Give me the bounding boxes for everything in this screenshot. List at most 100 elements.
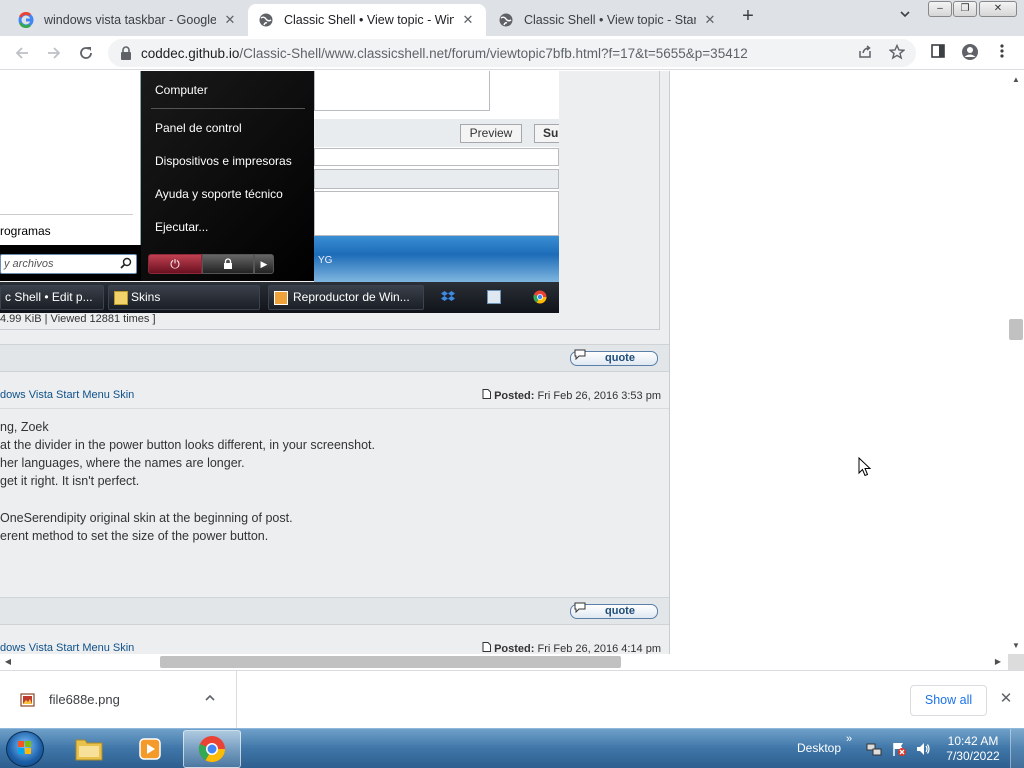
globe-icon [258,12,274,28]
windows-logo-icon [18,741,31,754]
start-menu-item-devices: Dispositivos e impresoras [155,154,292,168]
screenshot-taskbar: c Shell • Edit p... Skins Reproductor de… [0,282,559,313]
attached-screenshot[interactable]: Preview Su YG rogramas Computer Panel de… [0,71,559,313]
close-window-button[interactable]: ✕ [979,1,1017,17]
start-menu-item-run: Ejecutar... [155,220,209,234]
quote-button[interactable]: quote [570,602,658,619]
divider [659,71,660,329]
scroll-down-arrow-icon[interactable]: ▼ [1008,641,1024,650]
tab-search-chevron-icon[interactable] [896,8,914,26]
lock-icon[interactable] [120,46,132,63]
scrollbar-corner [1008,654,1024,670]
system-clock[interactable]: 10:42 AM 7/30/2022 [940,734,1006,764]
scroll-left-arrow-icon[interactable]: ◀ [0,657,16,666]
start-menu-places-pane: Computer Panel de control Dispositivos e… [141,71,314,281]
screenshot-field [314,148,559,166]
tab-google-search[interactable]: windows vista taskbar - Google Search ✕ [8,4,248,36]
scroll-right-arrow-icon[interactable]: ▶ [990,657,1006,666]
post-subject-link[interactable]: dows Vista Start Menu Skin [0,389,134,401]
horizontal-scrollbar[interactable]: ◀ ▶ [0,654,1008,670]
bookmark-star-icon[interactable] [888,43,906,62]
screenshot-textarea [314,71,490,111]
all-programs-label: rogramas [0,224,51,238]
show-all-button[interactable]: Show all [910,685,987,716]
taskbar-chrome-button[interactable] [183,730,241,768]
horizontal-scroll-thumb[interactable] [160,656,621,668]
chevron-up-icon[interactable] [204,691,216,707]
image-file-icon [20,692,36,708]
new-tab-button[interactable]: + [738,6,758,26]
quote-button[interactable]: quote [570,349,658,366]
post-actions-row: quote [0,344,669,372]
side-panel-icon[interactable] [928,43,948,63]
tab-title: Classic Shell • View topic - Start Butto… [524,13,696,27]
network-icon[interactable] [866,741,882,757]
divider [151,108,305,109]
attachment-meta: 4.99 KiB | Viewed 12881 times ] [0,313,156,325]
vertical-scrollbar[interactable]: ▲ ▼ [1008,71,1024,654]
post-line: OneSerendipity original skin at the begi… [0,511,293,525]
chrome-icon [533,290,547,304]
screenshot-field [314,169,559,189]
arrow-right-icon: ▶ [254,254,274,274]
volume-icon[interactable] [915,741,931,757]
clock-time: 10:42 AM [947,734,999,748]
kebab-menu-icon[interactable] [992,43,1012,63]
download-shelf: file688e.png Show all ✕ [0,670,1024,728]
globe-icon [498,12,514,28]
screenshot-taskbar-label: Reproductor de Win... [293,290,410,304]
taskbar-explorer-button[interactable] [60,730,118,768]
desktop-toolbar-label[interactable]: Desktop [797,741,841,755]
profile-avatar-icon[interactable] [960,43,980,63]
post-header: dows Vista Start Menu Skin Posted: Fri F… [0,381,669,409]
screenshot-button-row [314,119,559,147]
double-chevron-icon[interactable]: » [846,733,852,745]
show-desktop-button[interactable] [1010,729,1024,768]
quote-label: quote [605,352,635,364]
post-body: ng, Zoek at the divider in the power but… [0,418,375,545]
start-orb-button[interactable] [6,731,44,767]
close-tab-icon[interactable]: ✕ [460,12,476,28]
maximize-window-button[interactable]: ❐ [953,1,977,17]
post-icon [482,389,494,402]
lock-icon [202,254,254,274]
download-item[interactable]: file688e.png [0,671,237,728]
url-text[interactable]: coddec.github.io/Classic-Shell/www.class… [141,46,748,61]
action-center-flag-icon[interactable] [891,741,907,757]
back-button[interactable] [10,41,34,65]
post-header: dows Vista Start Menu Skin Posted: Fri F… [0,634,669,654]
post-date: Posted: Fri Feb 26, 2016 4:14 pm [482,642,661,654]
vista-start-menu: rogramas Computer Panel de control Dispo… [0,71,314,281]
vertical-scroll-thumb[interactable] [1009,319,1023,340]
screenshot-taskbar-item: c Shell • Edit p... [0,285,104,310]
address-bar[interactable]: coddec.github.io/Classic-Shell/www.class… [108,39,916,67]
share-icon[interactable] [856,44,874,62]
post-timestamp: Fri Feb 26, 2016 3:53 pm [537,390,661,402]
close-tab-icon[interactable]: ✕ [702,12,718,28]
forward-button[interactable] [42,41,66,65]
taskbar-media-player-button[interactable] [121,730,179,768]
clock-date: 7/30/2022 [946,749,1000,763]
screenshot-submit-button: Su [534,124,559,143]
post-line: her languages, where the names are longe… [0,456,245,470]
posted-label: Posted: [494,390,535,402]
post-subject-link[interactable]: dows Vista Start Menu Skin [0,642,134,654]
google-icon [18,12,34,28]
post-line: get it right. It isn't perfect. [0,474,140,488]
download-file-name: file688e.png [49,692,120,707]
close-icon[interactable]: ✕ [997,689,1015,707]
post-timestamp: Fri Feb 26, 2016 4:14 pm [537,643,661,654]
close-tab-icon[interactable]: ✕ [222,12,238,28]
minimize-window-button[interactable]: – [928,1,952,17]
chrome-icon [198,736,226,763]
tab-classic-shell-start-button[interactable]: Classic Shell • View topic - Start Butto… [488,4,728,36]
tab-classic-shell-vista[interactable]: Classic Shell • View topic - Windows Vis… [248,4,486,36]
screenshot-desktop-text: YG [318,255,333,266]
media-player-icon [274,291,288,305]
reload-button[interactable] [74,41,98,65]
scroll-up-arrow-icon[interactable]: ▲ [1008,75,1024,84]
quote-label: quote [605,605,635,617]
screenshot-desktop-background [314,236,559,282]
post-line-blank [0,490,375,509]
forum-column: Preview Su YG rogramas Computer Panel de… [0,71,670,654]
